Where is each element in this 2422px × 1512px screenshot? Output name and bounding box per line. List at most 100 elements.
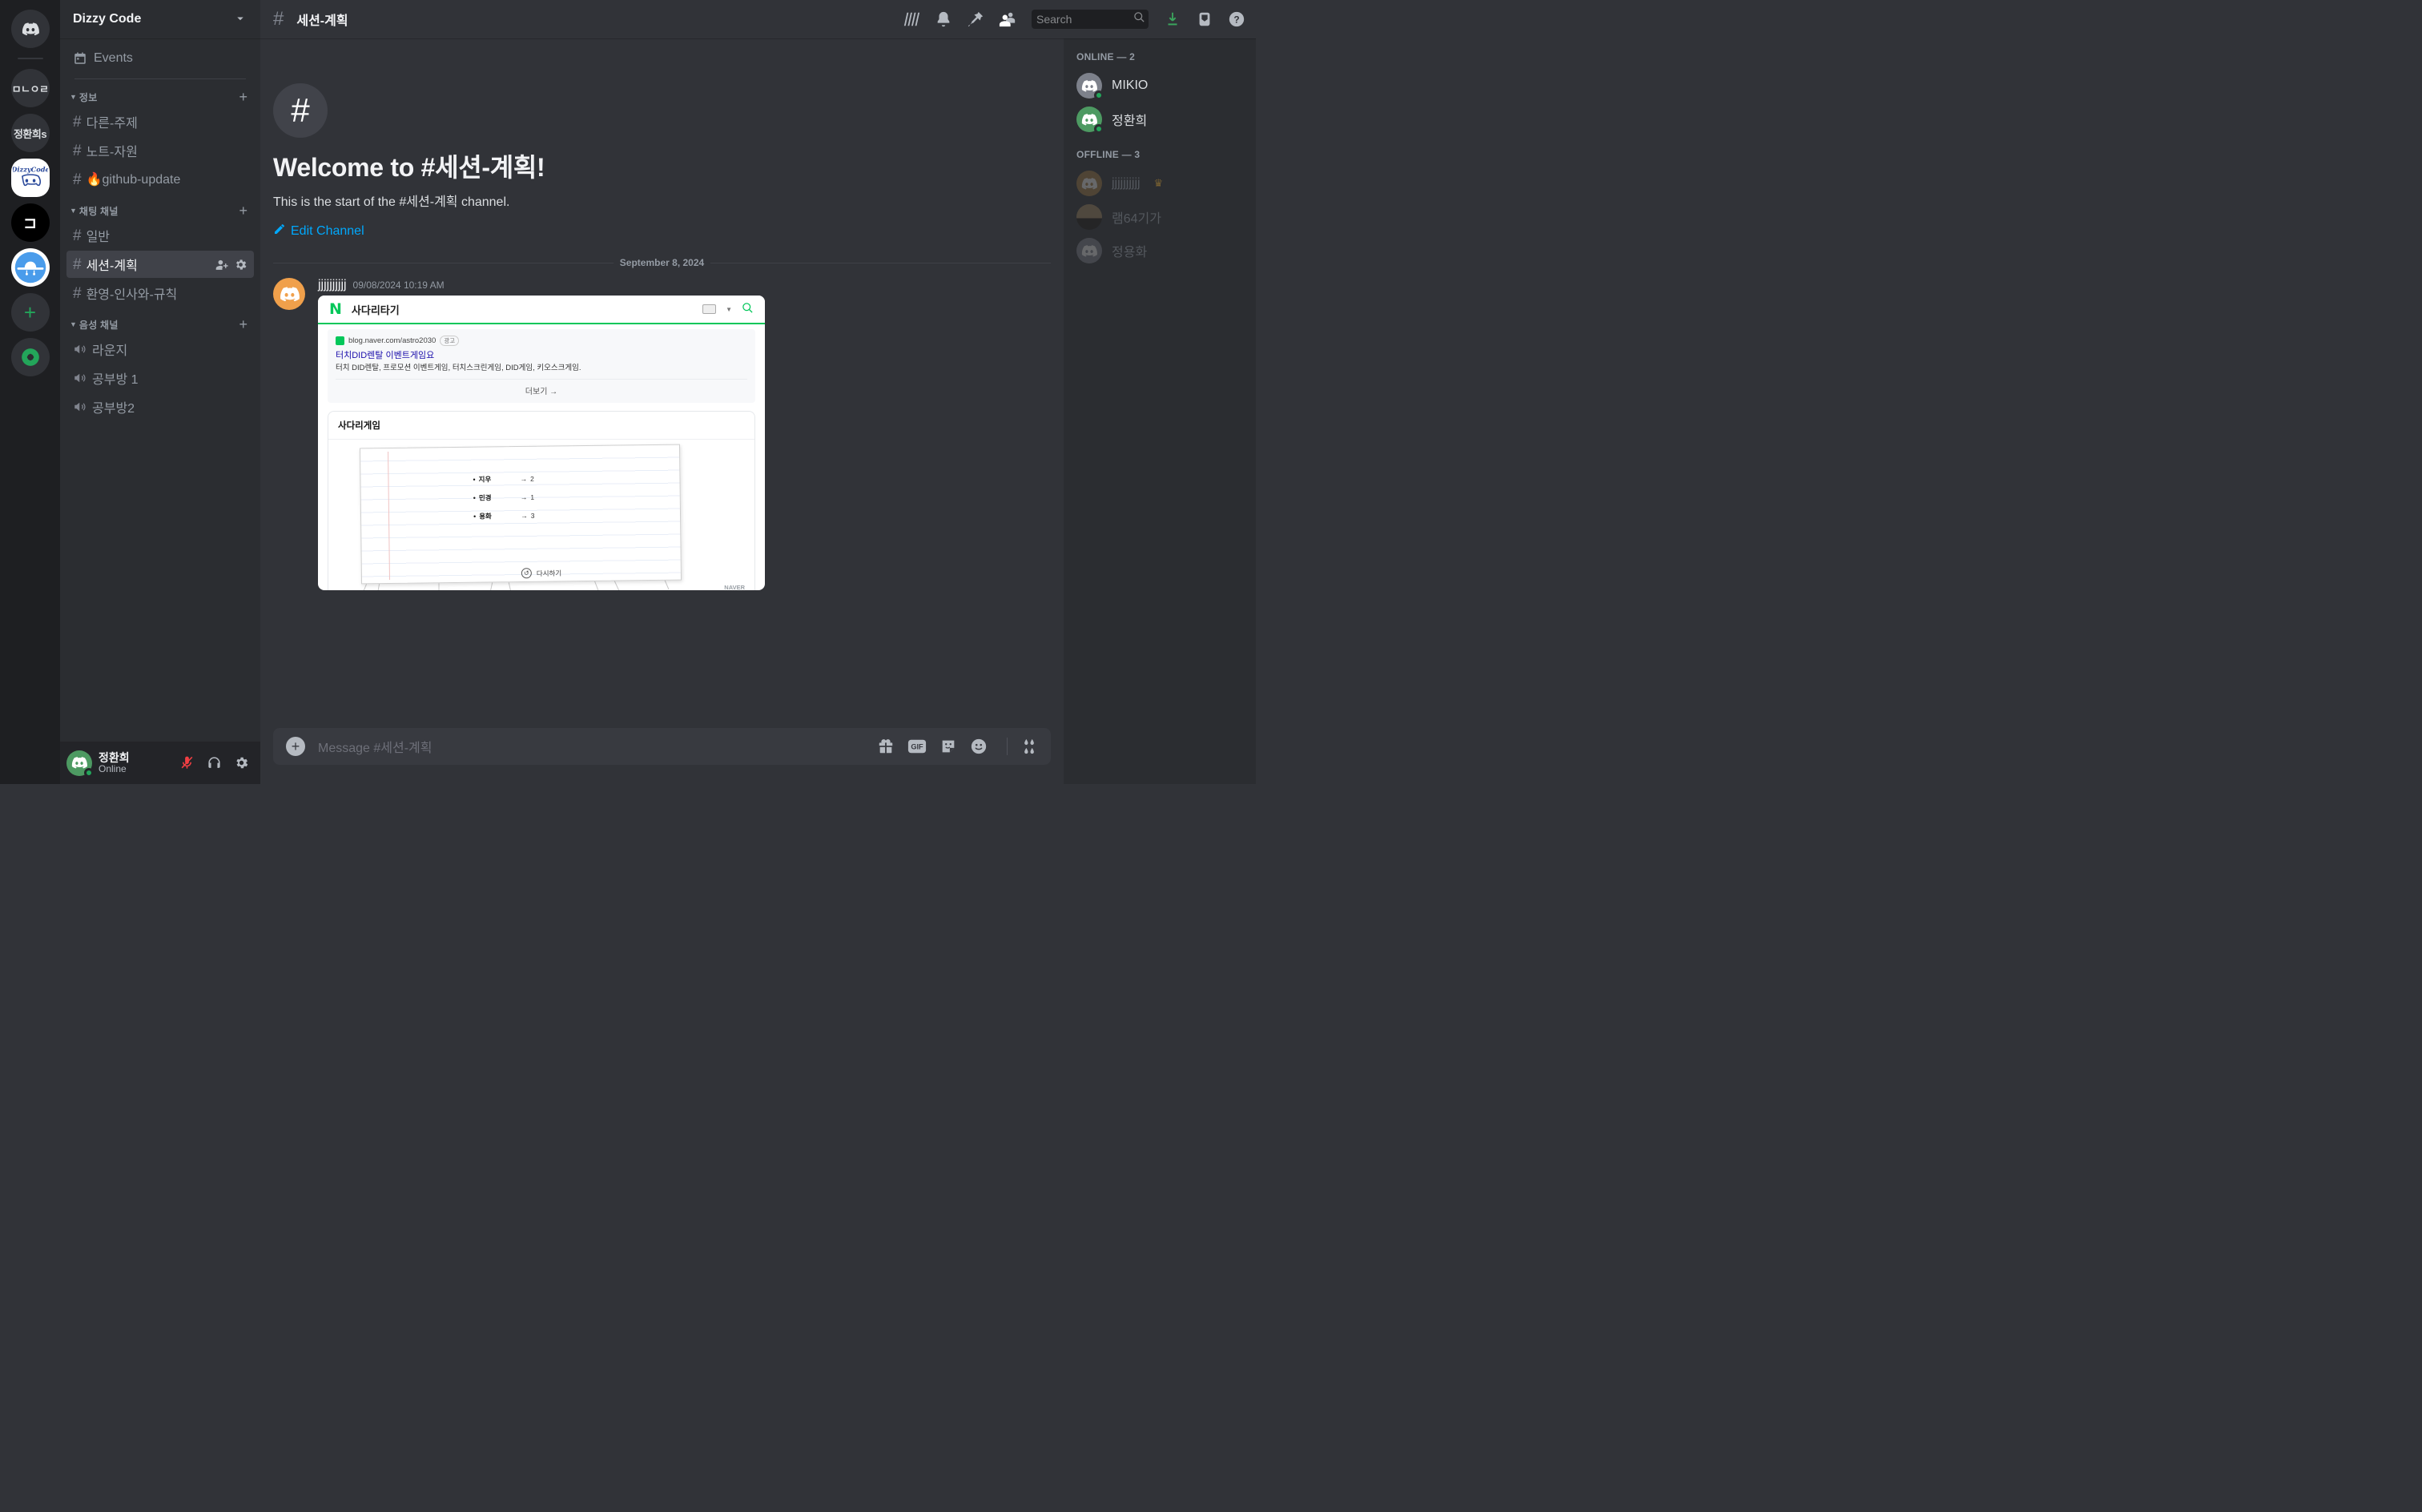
message-attachment-image[interactable]: N 사다리타기 ▼ blog.naver.com/astro2030 광고 터치… xyxy=(318,296,765,590)
channel-item-note-resource[interactable]: # 노트-자원 xyxy=(66,137,254,164)
user-settings-button[interactable] xyxy=(228,750,254,776)
search-icon xyxy=(1133,11,1145,27)
member-list-button[interactable] xyxy=(995,6,1020,32)
messages-scroll[interactable]: # Welcome to #세션-계획! This is the start o… xyxy=(260,38,1064,728)
main-area: # 세션-계획 Search ? # Welcome to #세션-계획! Th… xyxy=(260,0,1256,784)
ad-title[interactable]: 터치DID렌탈 이벤트게임요 xyxy=(336,348,747,361)
server-icon-discord-home[interactable] xyxy=(10,10,50,48)
sticker-button[interactable] xyxy=(939,738,957,755)
naver-search-query: 사다리타기 xyxy=(351,304,400,316)
ladder-results: • 지우 → 2 • 민경 → 1 • 용화 → 3 xyxy=(473,469,534,525)
server-icon-black[interactable]: ⊐ xyxy=(10,203,50,242)
discord-app: ㅁㄴㅇㄹ 정환희s DizzyCode ⊐ + Dizzy Code Event… xyxy=(0,0,1256,784)
category-header-info[interactable]: ▼ 정보 + xyxy=(66,86,254,108)
page-title: 세션-계획 xyxy=(296,14,348,28)
replay-button[interactable]: ↺ 다시하기 xyxy=(521,567,561,579)
emoji-button[interactable] xyxy=(970,738,988,755)
avatar[interactable] xyxy=(273,278,305,310)
inbox-button[interactable] xyxy=(1192,6,1217,32)
apps-button[interactable] xyxy=(1007,738,1038,755)
member-row[interactable]: 램64기가 xyxy=(1070,200,1249,234)
threads-icon xyxy=(903,12,920,26)
message-author[interactable]: jjjjjjjjjj xyxy=(318,278,347,292)
ad-badge: 광고 xyxy=(440,336,460,346)
voice-channel-item-lounge[interactable]: 라운지 xyxy=(66,336,254,363)
result-value: 3 xyxy=(530,511,535,520)
category-name: 정보 xyxy=(78,91,98,103)
add-channel-button[interactable]: + xyxy=(239,90,247,104)
naver-ad-card[interactable]: blog.naver.com/astro2030 광고 터치DID렌탈 이벤트게… xyxy=(328,329,755,403)
member-row[interactable]: 정용화 xyxy=(1070,234,1249,267)
channel-label: 환영-인사와-규칙 xyxy=(86,288,178,302)
edit-channel-link[interactable]: Edit Channel xyxy=(273,223,364,239)
gift-button[interactable] xyxy=(877,738,895,755)
ad-more-link[interactable]: 더보기 → xyxy=(336,378,747,398)
discord-logo-icon xyxy=(1081,113,1097,125)
channel-item-general[interactable]: # 일반 xyxy=(66,222,254,249)
channel-item-welcome-rules[interactable]: # 환영-인사와-규칙 xyxy=(66,279,254,307)
sticker-icon xyxy=(942,740,955,753)
threads-button[interactable] xyxy=(899,6,924,32)
ladder-game-body[interactable]: • 지우 → 2 • 민경 → 1 • 용화 → 3 ↺ 다시하기 NAVER xyxy=(328,439,754,590)
bullet-icon: • xyxy=(473,493,476,502)
message-input-bar[interactable]: + Message #세션-계획 GIF xyxy=(273,728,1051,765)
hash-icon: # xyxy=(73,227,82,244)
ladder-game-title: 사다리게임 xyxy=(328,412,754,440)
message-input[interactable]: Message #세션-계획 xyxy=(318,728,864,765)
channel-label: 일반 xyxy=(86,231,111,244)
server-icon-mnor[interactable]: ㅁㄴㅇㄹ xyxy=(10,69,50,107)
channel-label: 라운지 xyxy=(92,344,128,358)
server-name: Dizzy Code xyxy=(73,12,142,26)
add-channel-button[interactable]: + xyxy=(239,317,247,332)
gif-button[interactable]: GIF xyxy=(907,738,927,754)
add-server-button[interactable]: + xyxy=(10,293,50,332)
member-row[interactable]: MIKIO xyxy=(1070,69,1249,103)
server-icon-dizzycode[interactable]: DizzyCode xyxy=(10,159,50,197)
hash-icon: # xyxy=(73,255,82,273)
ladder-result-row: • 민경 → 1 xyxy=(473,488,535,507)
member-row[interactable]: jjjjjjjjjj ♛ xyxy=(1070,167,1249,200)
speaker-icon xyxy=(73,400,87,414)
gear-icon[interactable] xyxy=(234,258,247,271)
voice-channel-item-study-2[interactable]: 공부방2 xyxy=(66,393,254,420)
keyboard-icon xyxy=(702,304,717,314)
member-row[interactable]: 정환희 xyxy=(1070,103,1249,136)
add-member-icon[interactable] xyxy=(215,258,229,271)
headphones-icon xyxy=(207,757,220,768)
add-channel-button[interactable]: + xyxy=(239,203,247,218)
discord-logo-icon xyxy=(280,286,300,301)
channel-item-github-update[interactable]: # 🔥github-update xyxy=(66,166,254,193)
channel-item-other-topic[interactable]: # 다른-주제 xyxy=(66,108,254,135)
blue-hat-icon xyxy=(14,251,46,284)
search-input[interactable]: Search xyxy=(1032,10,1149,29)
pinned-messages-button[interactable] xyxy=(963,6,988,32)
channel-label: 공부방 1 xyxy=(92,373,139,387)
server-rail: ㅁㄴㅇㄹ 정환희s DizzyCode ⊐ + xyxy=(0,0,60,784)
server-icon-bluehat[interactable] xyxy=(10,248,50,287)
ladder-result-row: • 지우 → 2 xyxy=(473,469,534,489)
attach-file-button[interactable]: + xyxy=(286,737,305,756)
help-button[interactable]: ? xyxy=(1224,6,1249,32)
category-header-voice-channels[interactable]: ▼ 음성 채널 + xyxy=(66,313,254,336)
notifications-button[interactable] xyxy=(931,6,956,32)
server-header[interactable]: Dizzy Code xyxy=(60,0,260,38)
avatar xyxy=(1076,73,1104,100)
deafen-headphones-button[interactable] xyxy=(201,750,227,776)
speaker-icon xyxy=(73,342,87,356)
sidebar-item-events[interactable]: Events xyxy=(66,45,254,72)
channel-actions xyxy=(215,258,247,271)
chevron-down-icon xyxy=(233,11,247,28)
server-icon-junghwanhees[interactable]: 정환희s xyxy=(10,114,50,152)
user-info[interactable]: 정환희 Online xyxy=(99,751,167,775)
chevron-down-icon: ▼ xyxy=(70,320,77,328)
explore-servers-button[interactable] xyxy=(10,338,50,376)
avatar[interactable] xyxy=(66,750,94,778)
mute-microphone-button[interactable] xyxy=(174,750,199,776)
date-divider: September 8, 2024 xyxy=(273,257,1051,268)
category-name: 음성 채널 xyxy=(78,319,119,331)
channel-item-session-plan[interactable]: # 세션-계획 xyxy=(66,251,254,278)
downloads-button[interactable] xyxy=(1160,6,1185,32)
category-header-chat-channels[interactable]: ▼ 채팅 채널 + xyxy=(66,199,254,222)
voice-channel-item-study-1[interactable]: 공부방 1 xyxy=(66,364,254,392)
emoji-icon xyxy=(971,738,987,754)
